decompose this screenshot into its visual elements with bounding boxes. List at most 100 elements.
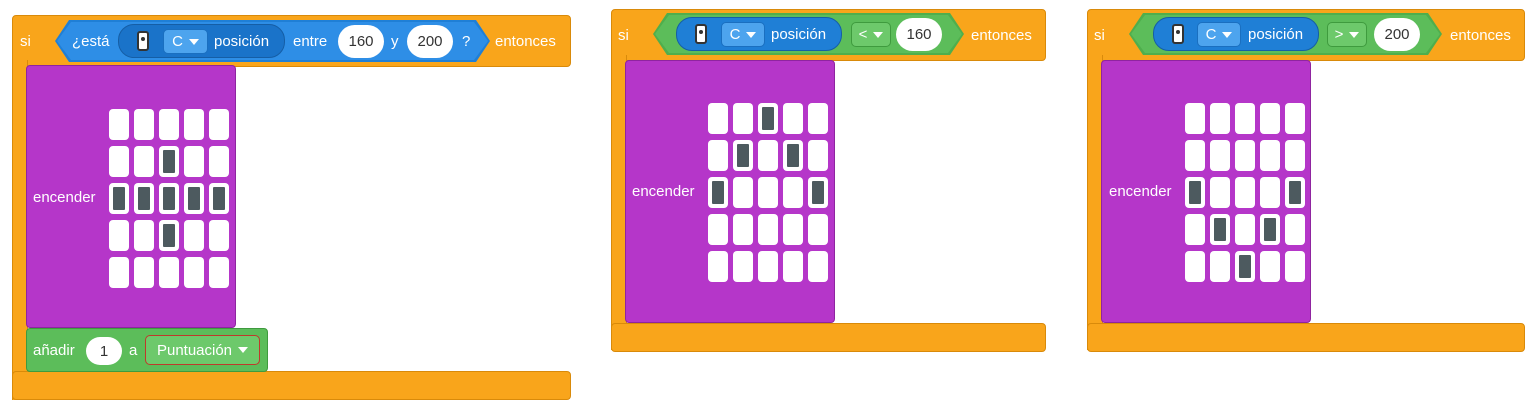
if-block-footer <box>12 371 571 400</box>
button-dropdown-value: C <box>172 33 183 50</box>
chevron-down-icon <box>1349 31 1360 38</box>
operator-dropdown-value: < <box>858 26 868 43</box>
led-cell-off[interactable] <box>159 109 179 140</box>
led-cell-off[interactable] <box>708 103 728 134</box>
led-cell-off[interactable] <box>783 251 803 282</box>
led-cell-on[interactable] <box>1185 177 1205 208</box>
led-cell-off[interactable] <box>1260 140 1280 171</box>
chevron-down-icon <box>188 38 199 45</box>
led-cell-off[interactable] <box>209 257 229 288</box>
led-cell-off[interactable] <box>708 251 728 282</box>
led-cell-off[interactable] <box>1210 177 1230 208</box>
led-cell-off[interactable] <box>1210 251 1230 282</box>
button-dropdown-value: C <box>729 26 741 43</box>
led-cell-off[interactable] <box>758 177 778 208</box>
if-keyword: si <box>618 27 629 44</box>
led-cell-off[interactable] <box>134 220 154 251</box>
led-cell-off[interactable] <box>1185 251 1205 282</box>
chevron-down-icon <box>873 31 884 38</box>
led-cell-off[interactable] <box>1185 214 1205 245</box>
led-cell-off[interactable] <box>733 214 753 245</box>
led-cell-off[interactable] <box>758 251 778 282</box>
led-cell-on[interactable] <box>109 183 129 214</box>
led-cell-on[interactable] <box>209 183 229 214</box>
led-grid <box>109 109 229 288</box>
high-value-input[interactable]: 200 <box>407 25 453 58</box>
led-cell-on[interactable] <box>708 177 728 208</box>
led-cell-on[interactable] <box>184 183 204 214</box>
led-cell-off[interactable] <box>1285 140 1305 171</box>
led-cell-on[interactable] <box>159 146 179 177</box>
and-label: y <box>391 33 399 50</box>
low-value-input[interactable]: 160 <box>338 25 384 58</box>
led-cell-off[interactable] <box>1235 103 1255 134</box>
led-cell-off[interactable] <box>1285 251 1305 282</box>
add-value-input[interactable]: 1 <box>86 337 122 365</box>
variable-dropdown[interactable]: Puntuación <box>145 335 260 365</box>
led-cell-off[interactable] <box>109 257 129 288</box>
led-cell-off[interactable] <box>159 257 179 288</box>
button-dropdown[interactable]: C <box>163 29 208 54</box>
led-cell-off[interactable] <box>783 214 803 245</box>
position-label: posición <box>771 26 827 43</box>
led-cell-off[interactable] <box>1260 103 1280 134</box>
led-cell-off[interactable] <box>184 257 204 288</box>
led-cell-off[interactable] <box>1210 103 1230 134</box>
led-cell-off[interactable] <box>1185 103 1205 134</box>
led-cell-on[interactable] <box>733 140 753 171</box>
led-cell-off[interactable] <box>184 220 204 251</box>
led-cell-off[interactable] <box>1235 177 1255 208</box>
led-cell-off[interactable] <box>109 109 129 140</box>
led-cell-off[interactable] <box>1260 177 1280 208</box>
led-cell-off[interactable] <box>708 214 728 245</box>
led-cell-off[interactable] <box>758 140 778 171</box>
led-cell-off[interactable] <box>1185 140 1205 171</box>
led-cell-off[interactable] <box>708 140 728 171</box>
led-cell-off[interactable] <box>134 146 154 177</box>
compare-value-input[interactable]: 160 <box>896 18 942 51</box>
button-dropdown[interactable]: C <box>1197 22 1241 47</box>
led-cell-off[interactable] <box>733 251 753 282</box>
compare-value-input[interactable]: 200 <box>1374 18 1420 51</box>
led-cell-off[interactable] <box>1210 140 1230 171</box>
led-cell-off[interactable] <box>109 220 129 251</box>
led-cell-on[interactable] <box>134 183 154 214</box>
led-cell-off[interactable] <box>808 140 828 171</box>
add-label: añadir <box>33 342 75 359</box>
led-cell-off[interactable] <box>808 214 828 245</box>
led-cell-on[interactable] <box>758 103 778 134</box>
led-cell-on[interactable] <box>1285 177 1305 208</box>
led-cell-on[interactable] <box>1210 214 1230 245</box>
led-cell-off[interactable] <box>134 109 154 140</box>
led-cell-on[interactable] <box>1235 251 1255 282</box>
between-label: entre <box>293 33 328 50</box>
led-cell-off[interactable] <box>109 146 129 177</box>
led-cell-on[interactable] <box>159 183 179 214</box>
led-cell-off[interactable] <box>1235 214 1255 245</box>
led-cell-off[interactable] <box>733 103 753 134</box>
led-cell-on[interactable] <box>1260 214 1280 245</box>
led-cell-off[interactable] <box>184 109 204 140</box>
led-cell-on[interactable] <box>159 220 179 251</box>
led-cell-off[interactable] <box>209 109 229 140</box>
led-cell-off[interactable] <box>783 103 803 134</box>
led-cell-on[interactable] <box>783 140 803 171</box>
led-cell-off[interactable] <box>209 220 229 251</box>
led-cell-off[interactable] <box>783 177 803 208</box>
led-cell-off[interactable] <box>758 214 778 245</box>
led-cell-off[interactable] <box>1260 251 1280 282</box>
led-cell-off[interactable] <box>1285 214 1305 245</box>
variable-dropdown-value: Puntuación <box>156 341 233 359</box>
led-cell-off[interactable] <box>184 146 204 177</box>
led-cell-off[interactable] <box>733 177 753 208</box>
led-cell-off[interactable] <box>1285 103 1305 134</box>
operator-dropdown[interactable]: < <box>851 22 891 47</box>
led-cell-on[interactable] <box>808 177 828 208</box>
led-cell-off[interactable] <box>808 251 828 282</box>
led-cell-off[interactable] <box>134 257 154 288</box>
led-cell-off[interactable] <box>1235 140 1255 171</box>
led-cell-off[interactable] <box>808 103 828 134</box>
led-cell-off[interactable] <box>209 146 229 177</box>
button-dropdown[interactable]: C <box>721 22 765 47</box>
operator-dropdown[interactable]: > <box>1327 22 1367 47</box>
